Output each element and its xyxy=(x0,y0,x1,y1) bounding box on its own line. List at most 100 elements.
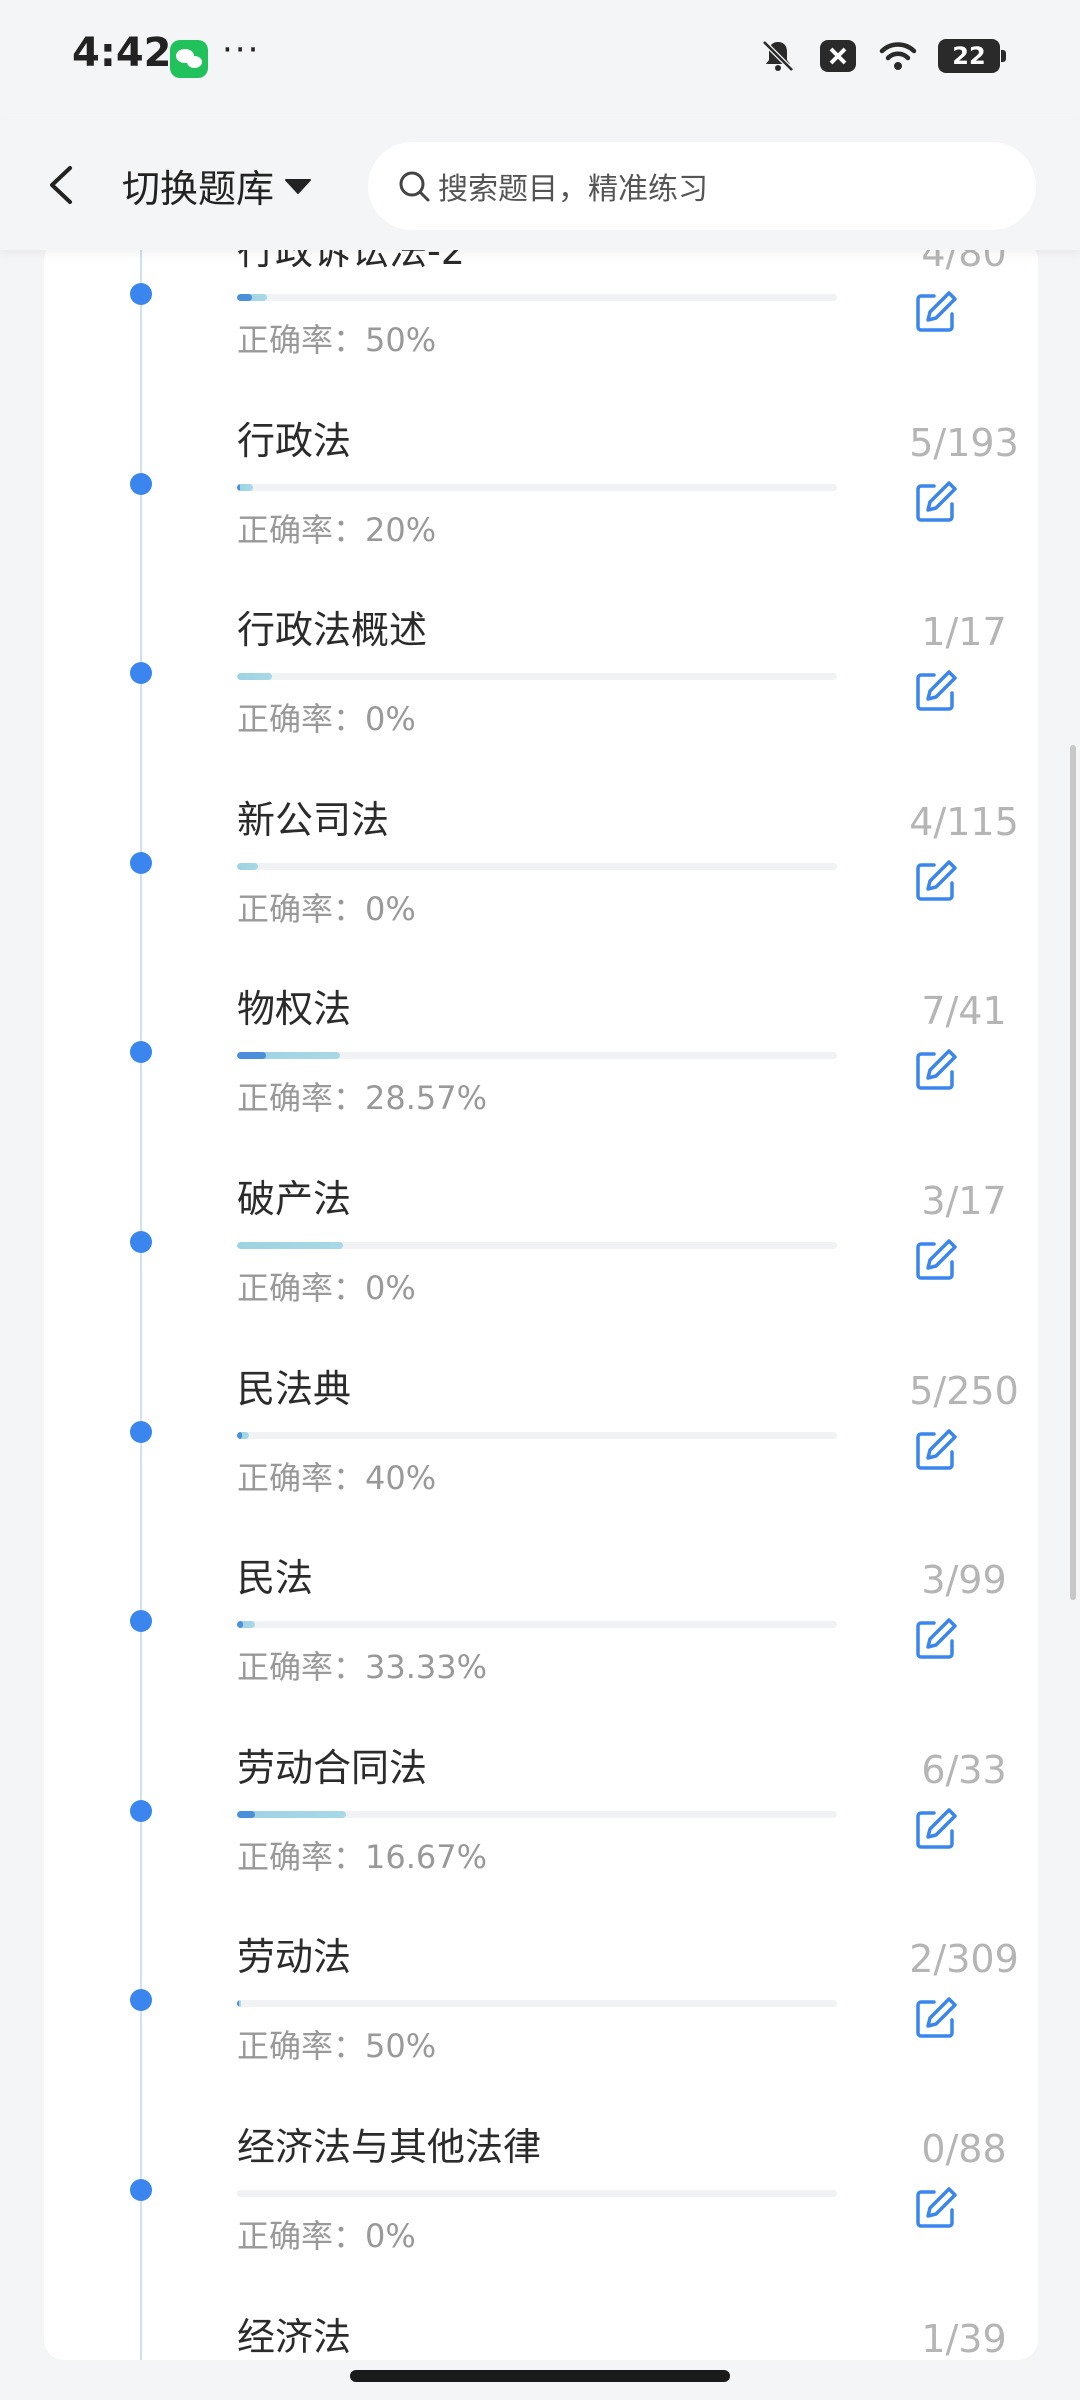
progress-count: 3/99 xyxy=(921,1558,1007,1603)
progress-count: 7/41 xyxy=(921,989,1007,1034)
accuracy-prefix: 正确率： xyxy=(237,321,366,359)
edit-practice-icon[interactable] xyxy=(912,1805,960,1853)
scrollbar[interactable] xyxy=(1070,745,1076,1600)
progress-count: 4/115 xyxy=(909,799,1019,844)
chapter-row[interactable]: 新公司法 正确率：0% 4/115 xyxy=(44,734,1038,928)
chapter-row[interactable]: 劳动合同法 正确率：16.67% 6/33 xyxy=(44,1682,1038,1876)
chapter-title: 破产法 xyxy=(237,1177,352,1221)
search-icon xyxy=(399,171,430,202)
notification-close-icon xyxy=(820,40,856,72)
progress-bar xyxy=(237,294,837,301)
chapter-title: 劳动法 xyxy=(237,1935,352,1980)
switch-question-bank-button[interactable]: 切换题库 xyxy=(122,158,312,213)
progress-count: 1/17 xyxy=(921,610,1007,655)
progress-count: 2/309 xyxy=(909,1937,1019,1982)
progress-count: 5/250 xyxy=(909,1368,1019,1413)
edit-practice-icon[interactable] xyxy=(912,1046,960,1094)
edit-practice-icon[interactable] xyxy=(912,857,960,905)
progress-fill-correct xyxy=(237,2000,239,2008)
accuracy-prefix: 正确率： xyxy=(237,510,366,549)
chapter-title: 经济法 xyxy=(237,2314,352,2359)
bell-off-icon xyxy=(762,40,794,72)
search-placeholder: 搜索题目，精准练习 xyxy=(438,172,708,207)
chapter-row[interactable]: 民法典 正确率：40% 5/250 xyxy=(44,1303,1038,1497)
status-time: 4:42 xyxy=(72,30,172,76)
timeline-dot xyxy=(130,1799,152,1822)
battery-icon: 22 xyxy=(938,39,1006,73)
progress-fill-done xyxy=(237,673,273,681)
accuracy-prefix: 正确率： xyxy=(237,1648,366,1687)
chapter-title: 新公司法 xyxy=(237,797,390,842)
chapter-row[interactable]: 劳动法 正确率：50% 2/309 xyxy=(44,1871,1038,2065)
progress-fill-correct xyxy=(237,1052,267,1060)
chapter-title: 物权法 xyxy=(237,987,352,1032)
edit-practice-icon[interactable] xyxy=(912,1615,960,1663)
timeline-dot xyxy=(130,1041,152,1064)
chapter-row[interactable]: 行政法概述 正确率：0% 1/17 xyxy=(44,544,1038,738)
progress-count: 3/17 xyxy=(921,1179,1007,1223)
progress-fill-correct xyxy=(237,1810,255,1818)
timeline-dot xyxy=(130,1989,152,2012)
accuracy-value: 0% xyxy=(365,1269,416,1307)
chapter-title: 劳动合同法 xyxy=(237,1745,428,1790)
home-indicator[interactable] xyxy=(350,2370,730,2382)
chapter-title: 民法典 xyxy=(237,1366,352,1411)
chapter-row[interactable]: 行政法 正确率：20% 5/193 xyxy=(44,355,1038,549)
edit-practice-icon[interactable] xyxy=(912,1426,960,1474)
accuracy-value: 50% xyxy=(365,2027,437,2066)
progress-fill-correct xyxy=(237,294,252,301)
chapter-row[interactable]: 破产法 正确率：0% 3/17 xyxy=(44,1113,1038,1307)
progress-fill-done xyxy=(237,862,258,870)
edit-practice-icon[interactable] xyxy=(912,667,960,715)
chapter-title: 民法 xyxy=(237,1556,314,1601)
caret-down-icon xyxy=(285,178,312,194)
chapter-row[interactable]: 经济法与其他法律 正确率：0% 0/88 xyxy=(44,2061,1038,2255)
search-input[interactable]: 搜索题目，精准练习 xyxy=(368,142,1036,230)
progress-bar xyxy=(237,1242,837,1249)
progress-count: 5/193 xyxy=(909,420,1019,465)
accuracy-value: 0% xyxy=(365,2217,416,2255)
timeline-dot xyxy=(130,1420,152,1443)
chapter-row[interactable]: 行政诉讼法-2 正确率：50% 4/80 xyxy=(44,240,1038,359)
accuracy-value: 33.33% xyxy=(365,1648,488,1687)
accuracy-prefix: 正确率： xyxy=(237,1837,366,1876)
chapter-title: 行政法 xyxy=(237,418,352,463)
progress-bar xyxy=(237,1431,837,1439)
progress-bar xyxy=(237,2000,837,2008)
edit-practice-icon[interactable] xyxy=(912,2184,960,2232)
accuracy-value: 28.57% xyxy=(365,1079,488,1118)
top-bar: 切换题库 搜索题目，精准练习 xyxy=(0,120,1080,250)
edit-practice-icon[interactable] xyxy=(912,288,960,336)
progress-fill-done xyxy=(237,1242,343,1249)
timeline-dot xyxy=(130,662,152,685)
timeline-dot xyxy=(130,472,152,495)
accuracy-value: 0% xyxy=(365,700,416,739)
progress-bar xyxy=(237,1052,837,1060)
chapter-row[interactable]: 物权法 正确率：28.57% 7/41 xyxy=(44,923,1038,1117)
edit-practice-icon[interactable] xyxy=(912,1236,960,1284)
status-bar: 4:42 ··· 22 xyxy=(0,0,1080,120)
accuracy-value: 40% xyxy=(365,1458,437,1497)
progress-fill-correct xyxy=(237,1621,243,1629)
chapter-row[interactable]: 经济法 正确率： 1/39 xyxy=(44,2251,1038,2360)
progress-bar xyxy=(237,1810,837,1818)
edit-practice-icon[interactable] xyxy=(912,478,960,526)
chapter-title: 行政法概述 xyxy=(237,608,428,653)
accuracy-prefix: 正确率： xyxy=(237,1458,366,1497)
chapter-row[interactable]: 民法 正确率：33.33% 3/99 xyxy=(44,1492,1038,1686)
edit-practice-icon[interactable] xyxy=(912,1994,960,2042)
progress-fill-correct xyxy=(237,483,240,491)
progress-count: 6/33 xyxy=(921,1747,1007,1792)
timeline-dot xyxy=(130,1231,152,1253)
accuracy-value: 20% xyxy=(365,510,437,549)
accuracy-prefix: 正确率： xyxy=(237,2027,366,2066)
progress-bar xyxy=(237,673,837,681)
timeline-dot xyxy=(130,2179,152,2201)
timeline-dot xyxy=(130,1610,152,1633)
progress-count: 0/88 xyxy=(921,2127,1007,2171)
switch-bank-label: 切换题库 xyxy=(122,167,275,211)
timeline-dot xyxy=(130,283,152,305)
accuracy-value: 50% xyxy=(365,321,437,359)
back-arrow-icon[interactable] xyxy=(40,160,84,210)
progress-bar xyxy=(237,1621,837,1629)
